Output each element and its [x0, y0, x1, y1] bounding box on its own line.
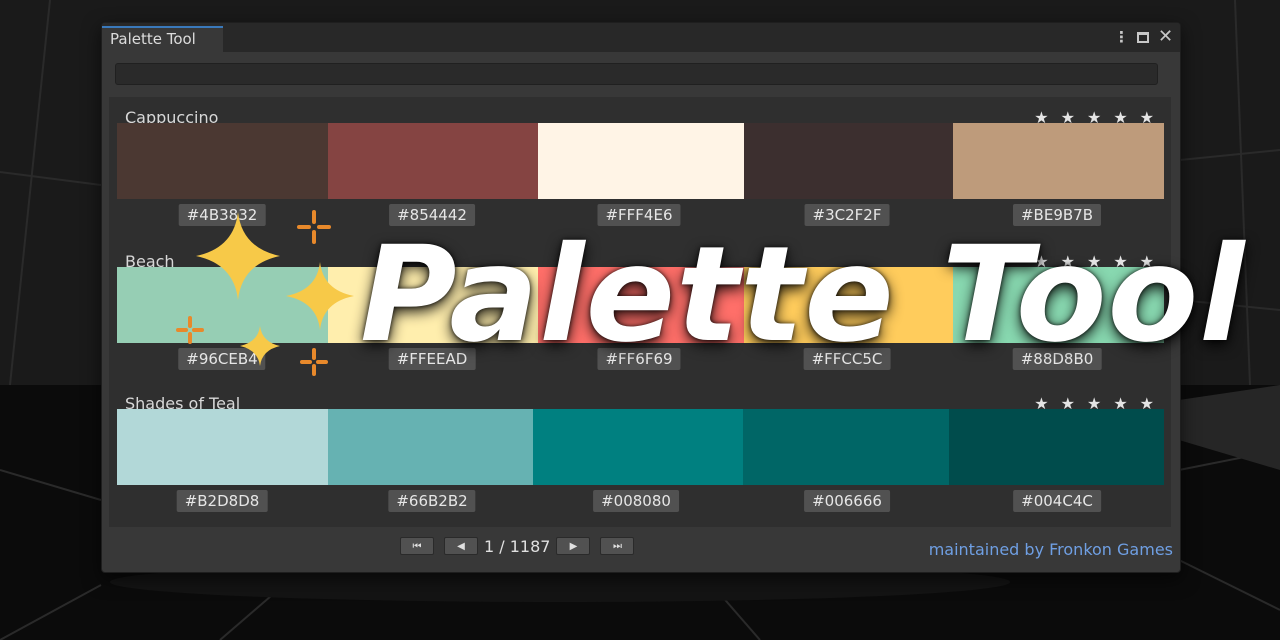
sparkle-large: [196, 212, 280, 300]
color-swatch[interactable]: [743, 409, 949, 485]
hex-label[interactable]: #66B2B2: [388, 490, 476, 512]
hex-label[interactable]: #004C4C: [1013, 490, 1101, 512]
last-page-button[interactable]: ⏭: [600, 537, 635, 555]
color-swatch[interactable]: [117, 409, 328, 485]
page-counter: 1 / 1187: [484, 536, 551, 556]
sparkle-medium: [286, 262, 354, 330]
color-swatch[interactable]: [953, 123, 1164, 199]
sparkle-cross-2: [176, 316, 204, 344]
search-input[interactable]: [115, 63, 1158, 85]
close-icon[interactable]: ✕: [1158, 27, 1173, 47]
color-swatch[interactable]: [328, 123, 538, 199]
maximize-icon[interactable]: [1137, 32, 1149, 43]
window-tab[interactable]: Palette Tool: [102, 26, 223, 52]
hex-label[interactable]: #006666: [804, 490, 890, 512]
color-swatch[interactable]: [533, 409, 743, 485]
hex-label[interactable]: #B2D8D8: [176, 490, 268, 512]
more-options-icon[interactable]: ⋮: [1114, 27, 1129, 47]
window-tab-bar: Palette Tool ⋮ ✕: [102, 23, 1180, 52]
overlay-title: Palette Tool: [360, 218, 1246, 372]
color-swatch[interactable]: [328, 409, 533, 485]
hex-label[interactable]: #008080: [593, 490, 679, 512]
sparkle-cross-1: [297, 210, 331, 244]
swatch-strip: [117, 409, 1164, 485]
color-swatch[interactable]: [744, 123, 953, 199]
chevron-left-icon: ◀: [457, 540, 465, 552]
pagination: ⏮ ◀ 1 / 1187 ▶ ⏭: [400, 536, 635, 556]
color-swatch[interactable]: [949, 409, 1164, 485]
next-page-button[interactable]: ▶: [556, 537, 591, 555]
skip-last-icon: ⏭: [612, 540, 622, 552]
palette-card[interactable]: Shades of Teal ★ ★ ★ ★ ★ #B2D8D8 #66B2B2…: [117, 394, 1164, 534]
sparkles-icon: [176, 210, 354, 376]
first-page-button[interactable]: ⏮: [400, 537, 434, 555]
maintainer-link[interactable]: maintained by Fronkon Games: [929, 540, 1173, 559]
sparkle-cross-3: [300, 348, 328, 376]
chevron-right-icon: ▶: [569, 540, 578, 552]
swatch-strip: [117, 123, 1164, 199]
sparkle-small: [240, 326, 280, 366]
hex-label-row: #B2D8D8 #66B2B2 #008080 #006666 #004C4C: [117, 490, 1164, 512]
skip-first-icon: ⏮: [412, 540, 422, 552]
color-swatch[interactable]: [538, 123, 744, 199]
previous-page-button[interactable]: ◀: [444, 537, 478, 555]
color-swatch[interactable]: [117, 123, 328, 199]
